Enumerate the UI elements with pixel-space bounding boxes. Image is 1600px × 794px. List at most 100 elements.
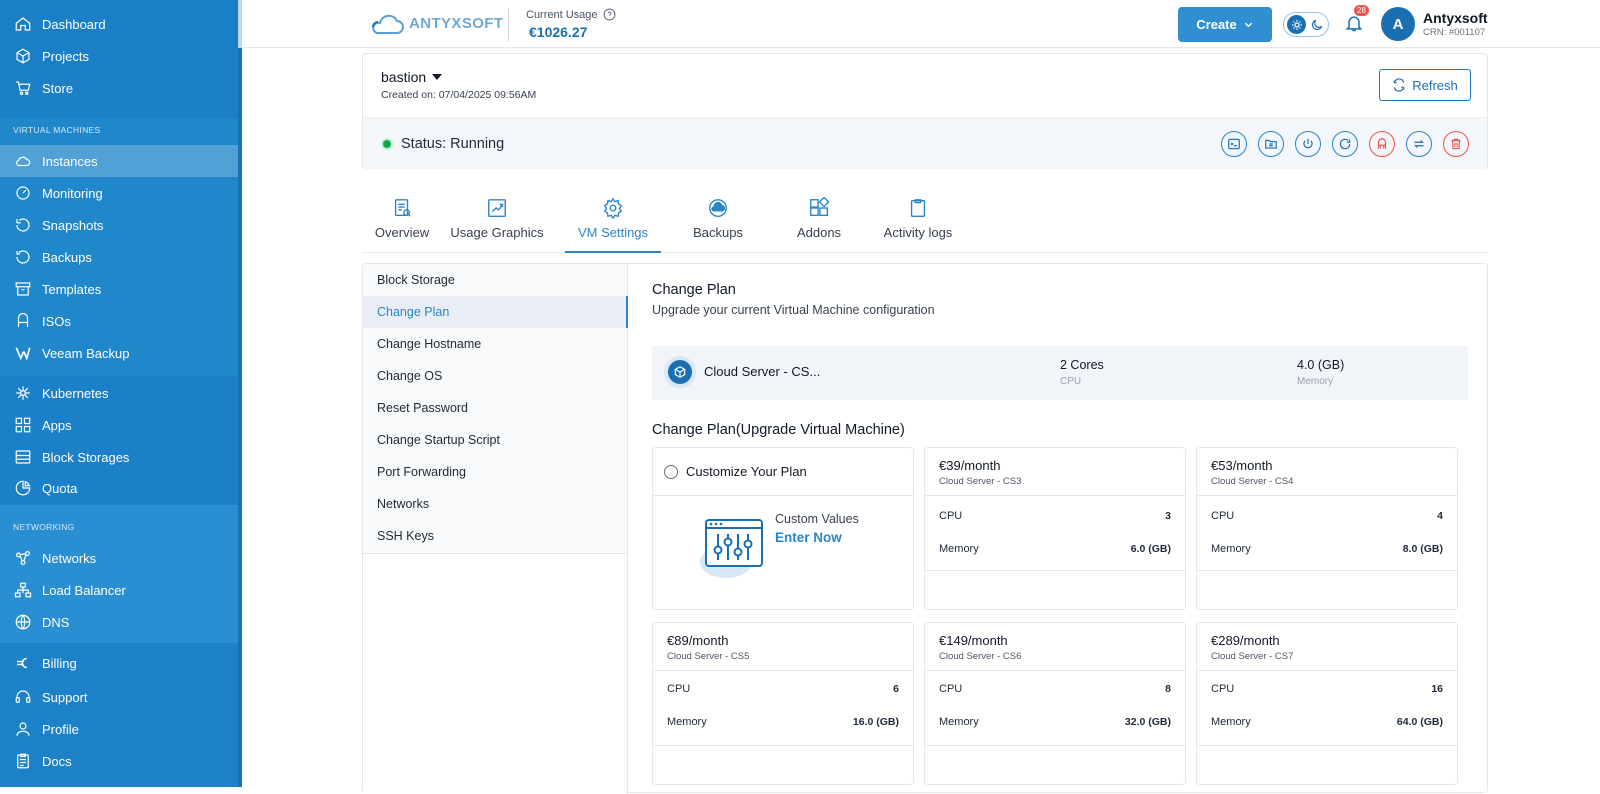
console-button[interactable] [1221,131,1247,157]
sidebar-item-templates[interactable]: Templates [14,277,101,301]
notifications-button[interactable]: 28 [1344,5,1369,33]
sidebar-item-apps[interactable]: Apps [14,413,72,437]
avatar[interactable]: A [1381,7,1415,41]
plan-name: Cloud Server - CS3 [939,476,1022,487]
current-usage-label: Current Usage [526,8,616,21]
sidebar-item-label: Instances [42,153,98,169]
sidebar-item-veeam-backup[interactable]: Veeam Backup [14,341,129,365]
instance-name: bastion [381,69,427,85]
sidebar-item-billing[interactable]: Billing [14,651,77,675]
sidebar-item-monitoring[interactable]: Monitoring [14,181,103,205]
bell-icon [1345,16,1363,32]
sidebar-item-label: Backups [42,249,92,265]
sidebar-item-projects[interactable]: Projects [14,44,89,68]
sidebar-item-store[interactable]: Store [14,76,73,100]
addons-icon [810,197,830,217]
plan-name: Cloud Server - CS4 [1211,476,1294,487]
sidebar-item-label: Store [42,80,74,96]
instance-tabs: Overview Usage Graphics VM Settings Back… [362,197,1488,253]
sidebar-item-isos[interactable]: ISOs [14,309,71,333]
customize-plan-radio[interactable] [664,464,678,479]
gauge-icon [16,186,30,200]
vm-settings-panel: Block Storage Change Plan Change Hostnam… [362,263,1488,794]
plan-card-cs7[interactable]: €289/month Cloud Server - CS7 CPU 16 Memor… [1196,622,1458,785]
submenu-change-plan[interactable]: Change Plan [363,296,628,328]
plan-card-cs5[interactable]: €89/month Cloud Server - CS5 CPU 6 Memory 1… [652,622,914,785]
sidebar-item-label: Load Balancer [42,582,126,598]
files-button[interactable] [1258,131,1284,157]
reboot-icon [1339,138,1351,150]
disc-icon [17,312,29,327]
plan-card-cs4[interactable]: €53/month Cloud Server - CS4 CPU 4 Memory 8… [1196,447,1458,610]
tab-overview[interactable]: Overview [372,197,432,253]
sidebar-item-load-balancer[interactable]: Load Balancer [14,578,126,602]
tab-usage-graphics[interactable]: Usage Graphics [447,197,547,253]
sidebar-item-label: Snapshots [42,217,104,233]
customize-plan-header[interactable]: Customize Your Plan [653,448,913,496]
plan-card-cs6[interactable]: €149/month Cloud Server - CS6 CPU 8 Memory… [924,622,1186,785]
submenu-port-forwarding[interactable]: Port Forwarding [363,456,628,488]
submenu-filler [363,554,628,794]
refresh-label: Refresh [1412,77,1458,93]
submenu-block-storage[interactable]: Block Storage [363,264,628,296]
refresh-icon [1393,78,1405,92]
customize-plan-card[interactable]: Customize Your Plan Custom Values Enter … [652,447,914,610]
sidebar-item-label: Monitoring [42,185,103,201]
sidebar-item-quota[interactable]: Quota [14,476,77,500]
current-plan-name: Cloud Server - CS... [704,364,821,379]
sidebar-item-dashboard[interactable]: Dashboard [14,12,106,36]
tab-backups[interactable]: Backups [672,197,764,253]
delete-button[interactable] [1443,131,1469,157]
reboot-button[interactable] [1332,131,1358,157]
plan-card-cs3[interactable]: €39/month Cloud Server - CS3 CPU 3 Memory 6… [924,447,1186,610]
sidebar-item-networks[interactable]: Networks [14,546,96,570]
tab-vm-settings[interactable]: VM Settings [565,197,661,253]
submenu-reset-password[interactable]: Reset Password [363,392,628,424]
migrate-button[interactable] [1406,131,1432,157]
cpu-value: 16 [1431,683,1443,695]
submenu-change-os[interactable]: Change OS [363,360,628,392]
apps-icon [15,417,31,433]
sidebar-item-support[interactable]: Support [14,685,88,709]
plan-price: €89/month [667,633,729,648]
plan-card-footer [653,745,913,746]
sidebar-scrollbar[interactable] [238,0,242,787]
tab-activity-logs[interactable]: Activity logs [874,197,962,253]
sidebar-item-backups[interactable]: Backups [14,245,92,269]
user-name[interactable]: Antyxsoft [1423,10,1488,26]
sidebar-item-instances[interactable]: Instances [0,145,238,177]
submenu-change-hostname[interactable]: Change Hostname [363,328,628,360]
submenu-change-startup-script[interactable]: Change Startup Script [363,424,628,456]
backup-icon [709,199,727,217]
sidebar-item-snapshots[interactable]: Snapshots [14,213,103,237]
sidebar-item-kubernetes[interactable]: Kubernetes [14,381,109,405]
theme-toggle[interactable] [1283,12,1329,37]
sidebar-item-block-storages[interactable]: Block Storages [14,445,129,469]
status-indicator: Status: Running [381,136,504,152]
cloud-icon [16,156,31,167]
reinstall-button[interactable] [1369,131,1395,157]
sidebar-item-dns[interactable]: DNS [14,610,69,634]
brand-logo[interactable]: ANTYXSOFT [369,9,503,37]
submenu-networks[interactable]: Networks [363,488,628,520]
power-button[interactable] [1295,131,1321,157]
sidebar-item-docs[interactable]: Docs [14,749,72,773]
memory-value: 64.0 (GB) [1396,716,1443,728]
submenu-ssh-keys[interactable]: SSH Keys [363,520,628,552]
plan-card-footer [1197,570,1457,571]
memory-value: 16.0 (GB) [852,716,899,728]
sidebar-item-profile[interactable]: Profile [14,717,79,741]
create-button[interactable]: Create [1178,7,1272,42]
enter-now-link[interactable]: Enter Now [775,530,842,545]
refresh-button[interactable]: Refresh [1379,69,1471,101]
logo-cloud-icon [372,14,404,34]
current-cpu-label: CPU [1060,376,1082,387]
euro-icon [17,657,27,669]
instance-selector[interactable]: bastion [381,69,443,85]
sidebar-item-label: Billing [42,655,77,671]
swap-icon [1414,140,1424,148]
help-icon[interactable] [603,8,616,21]
cpu-value: 3 [1165,510,1171,522]
tab-label: VM Settings [577,225,649,240]
tab-addons[interactable]: Addons [780,197,858,253]
